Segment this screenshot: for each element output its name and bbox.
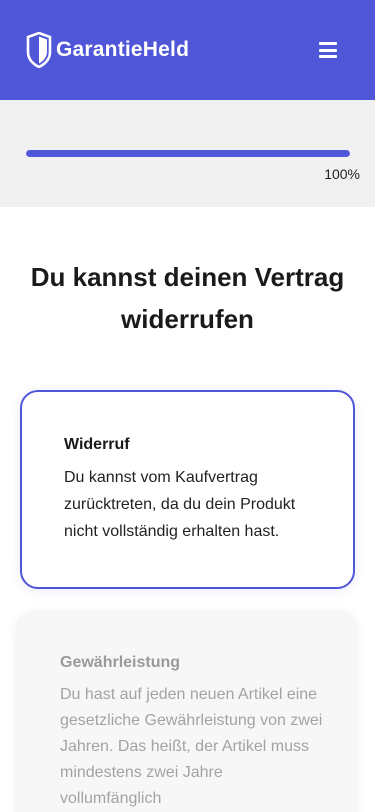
shield-icon — [26, 32, 52, 68]
brand-logo[interactable]: GarantieHeld — [26, 32, 189, 68]
progress-fill — [26, 150, 350, 157]
app-header: GarantieHeld — [0, 0, 375, 100]
hamburger-menu-icon[interactable] — [319, 42, 337, 58]
option-title: Gewährleistung — [60, 654, 181, 671]
progress-section: 100% — [0, 100, 375, 207]
option-card-gewaehrleistung[interactable]: Gewährleistung Du hast auf jeden neuen A… — [16, 610, 357, 812]
option-card-widerruf[interactable]: Widerruf Du kannst vom Kaufvertrag zurüc… — [20, 390, 355, 589]
brand-name: GarantieHeld — [56, 38, 190, 61]
progress-label: 100% — [324, 166, 360, 182]
option-title: Widerruf — [64, 436, 130, 453]
progress-bar — [26, 150, 350, 157]
page-title: Du kannst deinen Vertrag widerrufen — [30, 262, 345, 334]
option-description: Du hast auf jeden neuen Artikel eine ges… — [60, 686, 323, 807]
option-description: Du kannst vom Kaufvertrag zurücktreten, … — [64, 469, 296, 540]
